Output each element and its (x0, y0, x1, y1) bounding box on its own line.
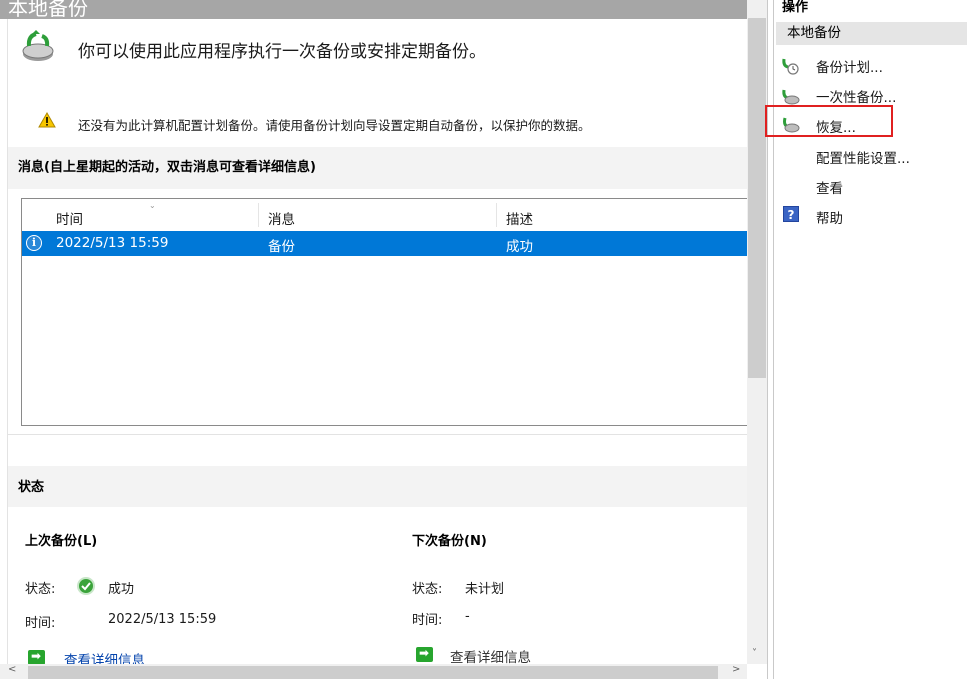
sort-caret-icon: ⌄ (149, 201, 156, 210)
row-time: 2022/5/13 15:59 (56, 235, 169, 251)
column-separator[interactable] (496, 203, 497, 227)
row-message: 备份 (268, 239, 295, 255)
action-backup-schedule[interactable]: 备份计划... (816, 56, 883, 76)
divider (8, 434, 747, 435)
pane-splitter[interactable] (767, 0, 774, 679)
one-time-backup-icon (782, 89, 800, 105)
backup-drive-icon (22, 30, 54, 61)
last-time-value: 2022/5/13 15:59 (108, 612, 217, 627)
schedule-backup-icon (782, 58, 799, 75)
last-status-label: 状态: (25, 582, 56, 597)
next-time-label: 时间: (412, 613, 443, 628)
table-row[interactable]: i 2022/5/13 15:59 备份 成功 (22, 231, 747, 256)
info-icon: i (26, 235, 42, 251)
next-time-value: - (465, 609, 470, 624)
intro-text: 你可以使用此应用程序执行一次备份或安排定期备份。 (78, 42, 486, 62)
messages-title: 消息(自上星期起的活动，双击消息可查看详细信息) (18, 160, 316, 175)
scroll-left-icon[interactable]: < (8, 664, 16, 675)
scroll-down-icon[interactable]: ˅ (752, 648, 757, 659)
vertical-scroll-thumb[interactable] (748, 18, 766, 378)
page-title: 本地备份 (0, 0, 747, 19)
list-header: ⌄ 时间 消息 描述 (22, 199, 747, 231)
row-description: 成功 (506, 239, 533, 255)
last-status-value: 成功 (108, 582, 135, 597)
horizontal-scroll-thumb[interactable] (28, 666, 718, 679)
column-time[interactable]: 时间 (56, 208, 83, 228)
next-backup-heading: 下次备份(N) (412, 534, 487, 549)
action-help[interactable]: 帮助 (816, 207, 843, 227)
left-border (7, 19, 8, 679)
next-status-value: 未计划 (465, 582, 505, 597)
last-backup-heading: 上次备份(L) (25, 534, 98, 549)
help-icon: ? (783, 206, 799, 222)
warning-text: 还没有为此计算机配置计划备份。请使用备份计划向导设置定期自动备份，以保护你的数据… (78, 118, 591, 133)
main-panel: 本地备份 你可以使用此应用程序执行一次备份或安排定期备份。 还没有为此计算机配置… (0, 0, 767, 679)
arrow-right-icon: ➡ (416, 646, 433, 662)
actions-section-local-backup[interactable]: 本地备份 (776, 22, 967, 45)
scroll-up-icon[interactable]: ˄ (752, 0, 757, 8)
action-one-time-backup[interactable]: 一次性备份... (816, 86, 896, 106)
last-time-label: 时间: (25, 616, 56, 631)
success-check-icon (77, 577, 95, 595)
column-description[interactable]: 描述 (506, 208, 533, 228)
actions-title: 操作 (782, 0, 809, 15)
highlight-box (765, 105, 893, 137)
next-details-link: 查看详细信息 (450, 650, 531, 666)
scroll-right-icon[interactable]: > (732, 664, 740, 675)
action-view[interactable]: 查看 (816, 177, 843, 197)
warning-icon (38, 112, 56, 128)
action-configure-performance[interactable]: 配置性能设置... (816, 147, 910, 167)
status-section-band (8, 466, 747, 507)
column-separator[interactable] (258, 203, 259, 227)
arrow-right-icon: ➡ (28, 649, 45, 665)
column-message[interactable]: 消息 (268, 208, 295, 228)
messages-list[interactable]: ⌄ 时间 消息 描述 i 2022/5/13 15:59 备份 成功 (21, 198, 747, 426)
next-status-label: 状态: (412, 582, 443, 597)
status-title: 状态 (18, 480, 45, 495)
